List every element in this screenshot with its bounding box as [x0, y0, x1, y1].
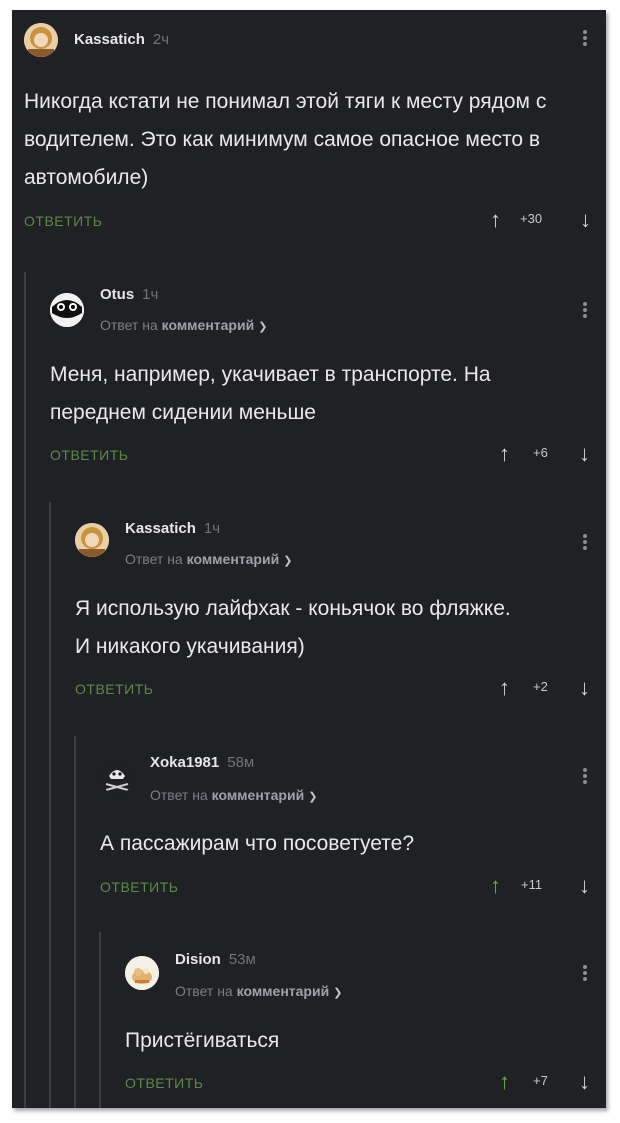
upvote-arrow-icon[interactable]: ↑ — [490, 208, 501, 232]
reply-button[interactable]: ОТВЕТИТЬ — [125, 1075, 203, 1091]
comment-text: Никогда кстати не понимал этой тяги к ме… — [24, 90, 547, 189]
downvote-arrow-icon[interactable]: ↓ — [579, 1070, 590, 1094]
username[interactable]: Xoka1981 — [150, 754, 219, 771]
comment-time: 1ч — [142, 286, 159, 303]
thread-line — [74, 736, 76, 1108]
comment-text: Пристёгиваться — [125, 1029, 280, 1052]
comment-author[interactable]: Kassatich 1ч — [125, 520, 220, 537]
reply-to-prefix: Ответ на — [100, 317, 158, 333]
username[interactable]: Otus — [100, 286, 134, 303]
comment-time: 2ч — [152, 31, 170, 48]
comment-score: +6 — [533, 445, 548, 460]
comment-score: +11 — [521, 877, 543, 892]
reply-button[interactable]: ОТВЕТИТЬ — [50, 447, 128, 463]
reply-to-prefix: Ответ на — [150, 787, 208, 803]
vote-controls: ↑ +30 ↓ — [490, 208, 598, 232]
downvote-arrow-icon[interactable]: ↓ — [580, 208, 591, 232]
reply-to-prefix: Ответ на — [175, 983, 233, 999]
reply-button[interactable]: ОТВЕТИТЬ — [24, 213, 102, 229]
downvote-arrow-icon[interactable]: ↓ — [579, 442, 590, 466]
comment-author[interactable]: Xoka1981 58м — [150, 754, 254, 771]
vote-controls: ↑ +2 ↓ — [499, 676, 599, 700]
reply-to-target[interactable]: комментарий — [212, 787, 305, 803]
thread-line — [24, 272, 26, 1108]
avatar[interactable] — [24, 23, 58, 57]
vote-controls: ↑ +7 ↓ — [499, 1070, 599, 1094]
reply-to-prefix: Ответ на — [125, 551, 183, 567]
thread-line — [49, 502, 51, 1108]
comment-author[interactable]: Dision 53м — [175, 951, 256, 968]
comment-text: А пассажирам что посоветуете? — [100, 832, 415, 855]
chevron-down-icon[interactable]: ❯ — [333, 987, 342, 999]
downvote-arrow-icon[interactable]: ↓ — [579, 676, 590, 700]
chevron-down-icon[interactable]: ❯ — [258, 321, 267, 333]
comment-score: +7 — [533, 1073, 548, 1088]
upvote-arrow-icon[interactable]: ↑ — [499, 1070, 510, 1094]
username[interactable]: Dision — [175, 951, 221, 968]
username[interactable]: Kassatich — [125, 520, 196, 537]
comment-author[interactable]: Otus 1ч — [100, 286, 158, 303]
comment-time: 58м — [227, 754, 255, 771]
upvote-arrow-icon[interactable]: ↑ — [490, 874, 501, 898]
more-options-icon[interactable] — [582, 28, 588, 48]
reply-to-target[interactable]: комментарий — [187, 551, 280, 567]
comments-panel: Kassatich 2ч Никогда кстати не понимал эт… — [12, 10, 606, 1108]
comment-text: Я использую лайфхак - коньячок во фляжке… — [75, 597, 511, 658]
chevron-down-icon[interactable]: ❯ — [308, 791, 317, 803]
comment-score: +30 — [520, 211, 543, 226]
vote-controls: ↑ +6 ↓ — [499, 442, 599, 466]
comment-score: +2 — [533, 679, 548, 694]
reply-button[interactable]: ОТВЕТИТЬ — [100, 879, 178, 895]
reply-to-target[interactable]: комментарий — [237, 983, 330, 999]
more-options-icon[interactable] — [582, 963, 588, 983]
reply-to-link[interactable]: Ответ на комментарий ❯ — [175, 983, 342, 999]
comment-time: 1ч — [203, 520, 221, 537]
reply-to-target[interactable]: комментарий — [162, 317, 255, 333]
avatar[interactable] — [75, 523, 109, 557]
thread-line — [99, 932, 101, 1108]
more-options-icon[interactable] — [582, 300, 588, 320]
avatar[interactable] — [125, 956, 159, 990]
reply-to-link[interactable]: Ответ на комментарий ❯ — [150, 787, 317, 803]
reply-to-link[interactable]: Ответ на комментарий ❯ — [125, 551, 292, 567]
chevron-down-icon[interactable]: ❯ — [283, 555, 292, 567]
avatar[interactable] — [50, 293, 84, 327]
comment-text: Меня, например, укачивает в транспорте. … — [50, 363, 491, 424]
avatar[interactable] — [100, 760, 134, 794]
downvote-arrow-icon[interactable]: ↓ — [579, 874, 590, 898]
upvote-arrow-icon[interactable]: ↑ — [499, 676, 510, 700]
username[interactable]: Kassatich — [74, 31, 145, 48]
comment-time: 53м — [228, 951, 256, 968]
reply-to-link[interactable]: Ответ на комментарий ❯ — [100, 317, 267, 333]
vote-controls: ↑ +11 ↓ — [490, 874, 598, 898]
more-options-icon[interactable] — [582, 766, 588, 786]
more-options-icon[interactable] — [582, 532, 588, 552]
reply-button[interactable]: ОТВЕТИТЬ — [75, 681, 153, 697]
comment-author[interactable]: Kassatich 2ч — [74, 31, 169, 48]
upvote-arrow-icon[interactable]: ↑ — [499, 442, 510, 466]
